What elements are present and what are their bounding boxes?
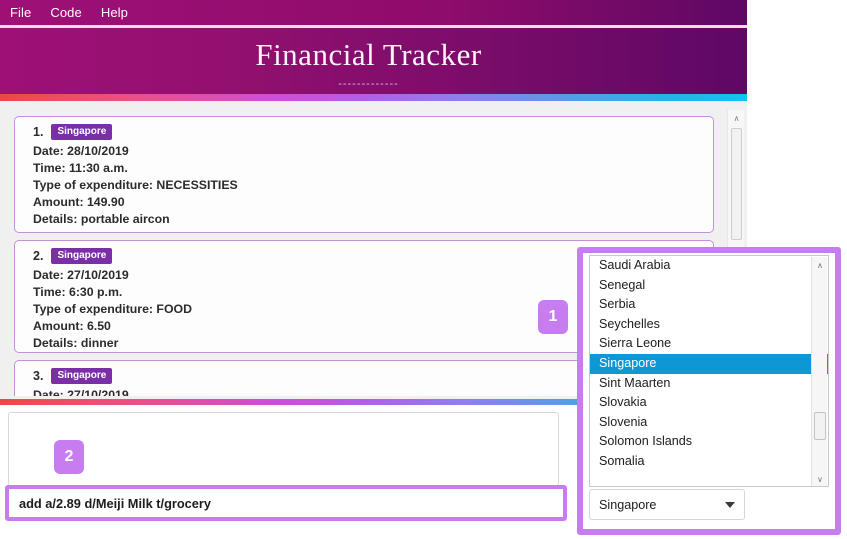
entry-index: 2. xyxy=(33,249,43,263)
status-badge: Singapore xyxy=(51,248,112,264)
list-item[interactable]: Slovakia xyxy=(590,393,828,413)
status-badge: Singapore xyxy=(51,124,112,140)
app-title: Financial Tracker xyxy=(0,37,737,73)
command-input-highlight xyxy=(5,485,567,521)
country-combobox[interactable]: Singapore xyxy=(589,489,745,520)
entry-date: Date: 28/10/2019 xyxy=(33,143,713,160)
entry-type: Type of expenditure: NECESSITIES xyxy=(33,177,713,194)
entry-time: Time: 11:30 a.m. xyxy=(33,160,713,177)
menu-item-help[interactable]: Help xyxy=(101,5,128,20)
scroll-up-icon[interactable]: ∧ xyxy=(812,257,828,273)
menu-item-file[interactable]: File xyxy=(10,5,31,20)
list-item[interactable]: Solomon Islands xyxy=(590,432,828,452)
menu-item-code[interactable]: Code xyxy=(50,5,81,20)
entry-details: Details: portable aircon xyxy=(33,211,713,228)
list-item[interactable]: Seychelles xyxy=(590,315,828,335)
list-item-selected[interactable]: Singapore xyxy=(590,354,828,374)
chevron-down-icon[interactable] xyxy=(725,502,735,508)
scroll-up-icon[interactable]: ∧ xyxy=(728,110,744,126)
entry-index: 1. xyxy=(33,125,43,139)
entry-header: 1. Singapore xyxy=(33,123,713,140)
list-item[interactable]: Senegal xyxy=(590,276,828,296)
title-banner: Financial Tracker ------------- xyxy=(0,28,747,94)
command-input[interactable] xyxy=(9,489,563,517)
country-combobox-value: Singapore xyxy=(599,498,725,512)
result-display-box xyxy=(8,412,559,486)
entry-index: 3. xyxy=(33,369,43,383)
list-item[interactable]: Sierra Leone xyxy=(590,334,828,354)
screenshot-root: File Code Help Financial Tracker -------… xyxy=(0,0,847,539)
entry-amount: Amount: 149.90 xyxy=(33,194,713,211)
list-item[interactable]: Slovenia xyxy=(590,413,828,433)
callout-badge-1: 1 xyxy=(538,300,568,334)
list-item[interactable]: Serbia xyxy=(590,295,828,315)
list-item[interactable]: Sint Maarten xyxy=(590,374,828,394)
rainbow-divider-top xyxy=(0,94,747,101)
title-underline: ------------- xyxy=(0,78,737,90)
dropdown-scrollbar[interactable]: ∧ ∨ xyxy=(811,257,827,487)
country-option-list[interactable]: Saudi Arabia Senegal Serbia Seychelles S… xyxy=(589,255,829,487)
status-badge: Singapore xyxy=(51,368,112,384)
table-row[interactable]: 1. Singapore Date: 28/10/2019 Time: 11:3… xyxy=(14,116,714,233)
scrollbar-thumb[interactable] xyxy=(731,128,742,240)
scroll-down-icon[interactable]: ∨ xyxy=(812,471,828,487)
list-item[interactable]: Somalia xyxy=(590,452,828,472)
scrollbar-thumb[interactable] xyxy=(814,412,826,440)
country-dropdown-highlight: Saudi Arabia Senegal Serbia Seychelles S… xyxy=(577,247,841,535)
menu-bar: File Code Help xyxy=(0,0,747,25)
callout-badge-2: 2 xyxy=(54,440,84,474)
list-item[interactable]: Saudi Arabia xyxy=(590,256,828,276)
